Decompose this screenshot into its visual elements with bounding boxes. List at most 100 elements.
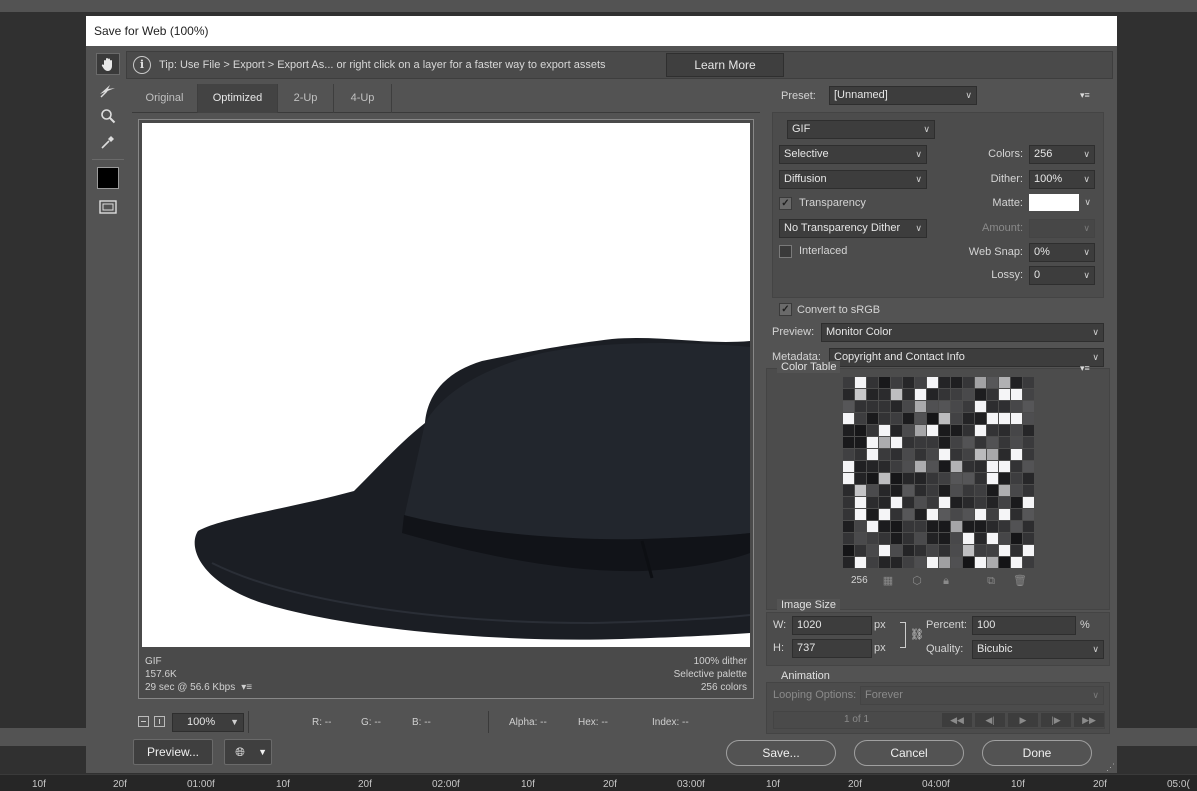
color-swatch[interactable] xyxy=(855,509,867,521)
color-swatch[interactable] xyxy=(975,425,987,437)
color-swatch[interactable] xyxy=(975,497,987,509)
color-swatch[interactable] xyxy=(867,401,879,413)
color-swatch[interactable] xyxy=(1011,521,1023,533)
color-swatch[interactable] xyxy=(867,413,879,425)
color-swatch[interactable] xyxy=(951,473,963,485)
color-swatch[interactable] xyxy=(915,389,927,401)
color-swatch[interactable] xyxy=(975,509,987,521)
color-swatch[interactable] xyxy=(915,545,927,557)
color-swatch[interactable] xyxy=(879,509,891,521)
percent-input[interactable]: 100 xyxy=(972,616,1076,635)
color-swatch[interactable] xyxy=(867,461,879,473)
color-swatch[interactable] xyxy=(843,389,855,401)
web-shift-icon[interactable]: ⬡ xyxy=(911,575,923,587)
color-swatch[interactable] xyxy=(1023,401,1035,413)
toggle-slices-icon[interactable] xyxy=(96,196,120,218)
color-swatch[interactable] xyxy=(903,461,915,473)
eyedropper-tool-icon[interactable] xyxy=(96,131,120,153)
color-table-menu-icon[interactable]: ▾≡ xyxy=(1080,363,1094,373)
color-swatch[interactable] xyxy=(903,425,915,437)
color-swatch[interactable] xyxy=(987,437,999,449)
color-swatch[interactable] xyxy=(987,389,999,401)
color-swatch[interactable] xyxy=(963,533,975,545)
color-swatch[interactable] xyxy=(903,509,915,521)
color-swatch[interactable] xyxy=(903,437,915,449)
tab-optimized[interactable]: Optimized xyxy=(198,84,278,113)
color-swatch[interactable] xyxy=(975,557,987,569)
color-swatch[interactable] xyxy=(1011,425,1023,437)
colors-combobox[interactable]: 256 ∨ xyxy=(1029,145,1095,164)
color-swatch[interactable] xyxy=(915,533,927,545)
color-swatch[interactable] xyxy=(987,509,999,521)
lossy-combobox[interactable]: 0 ∨ xyxy=(1029,266,1095,285)
color-swatch[interactable] xyxy=(987,497,999,509)
color-swatch[interactable] xyxy=(951,557,963,569)
color-swatch[interactable] xyxy=(843,413,855,425)
preview-mode-dropdown[interactable]: Monitor Color ∨ xyxy=(821,323,1104,342)
color-swatch[interactable] xyxy=(1023,497,1035,509)
color-swatch[interactable] xyxy=(879,389,891,401)
color-swatch[interactable] xyxy=(927,509,939,521)
optimize-menu-icon[interactable]: ▾≡ xyxy=(1080,90,1094,100)
color-swatch[interactable] xyxy=(999,461,1011,473)
dither-combobox[interactable]: 100% ∨ xyxy=(1029,170,1095,189)
color-swatch[interactable] xyxy=(999,557,1011,569)
color-swatch[interactable] xyxy=(1023,545,1035,557)
color-swatch[interactable] xyxy=(915,521,927,533)
color-swatch[interactable] xyxy=(999,389,1011,401)
color-swatch[interactable] xyxy=(915,377,927,389)
color-swatch[interactable] xyxy=(879,557,891,569)
color-swatch[interactable] xyxy=(879,497,891,509)
color-swatch[interactable] xyxy=(939,389,951,401)
color-swatch[interactable] xyxy=(927,533,939,545)
color-swatch[interactable] xyxy=(1011,473,1023,485)
color-swatch[interactable] xyxy=(867,557,879,569)
color-swatch[interactable] xyxy=(927,497,939,509)
color-swatch[interactable] xyxy=(927,461,939,473)
color-swatch[interactable] xyxy=(1011,401,1023,413)
cancel-button[interactable]: Cancel xyxy=(854,740,964,766)
color-swatch[interactable] xyxy=(915,497,927,509)
color-swatch[interactable] xyxy=(999,497,1011,509)
hand-tool-icon[interactable] xyxy=(96,53,120,75)
new-color-icon[interactable]: ⧉ xyxy=(985,575,997,587)
zoom-in-icon[interactable] xyxy=(154,716,165,727)
color-swatch[interactable] xyxy=(927,521,939,533)
color-swatch[interactable] xyxy=(843,497,855,509)
color-swatch[interactable] xyxy=(843,509,855,521)
color-swatch[interactable] xyxy=(843,377,855,389)
color-swatch[interactable] xyxy=(1011,461,1023,473)
color-swatch[interactable] xyxy=(891,509,903,521)
color-swatch[interactable] xyxy=(975,389,987,401)
color-swatch[interactable] xyxy=(843,425,855,437)
file-format-dropdown[interactable]: GIF ∨ xyxy=(787,120,935,139)
color-swatch[interactable] xyxy=(963,545,975,557)
color-swatch[interactable] xyxy=(879,425,891,437)
color-swatch[interactable] xyxy=(855,557,867,569)
color-swatch[interactable] xyxy=(927,485,939,497)
color-swatch[interactable] xyxy=(987,533,999,545)
color-swatch[interactable] xyxy=(975,401,987,413)
color-swatch[interactable] xyxy=(1023,377,1035,389)
color-swatch[interactable] xyxy=(963,461,975,473)
color-swatch[interactable] xyxy=(903,557,915,569)
color-swatch[interactable] xyxy=(987,545,999,557)
color-swatch[interactable] xyxy=(999,473,1011,485)
color-swatch[interactable] xyxy=(855,389,867,401)
color-swatch[interactable] xyxy=(1011,377,1023,389)
color-swatch[interactable] xyxy=(927,449,939,461)
color-swatch[interactable] xyxy=(927,557,939,569)
color-swatch[interactable] xyxy=(987,449,999,461)
color-swatch[interactable] xyxy=(879,437,891,449)
color-swatch[interactable] xyxy=(879,449,891,461)
color-swatch[interactable] xyxy=(951,377,963,389)
color-swatch[interactable] xyxy=(939,437,951,449)
color-swatch[interactable] xyxy=(1023,509,1035,521)
color-swatch[interactable] xyxy=(1023,473,1035,485)
delete-color-icon[interactable]: 🗑︎ xyxy=(1013,575,1027,587)
color-swatch[interactable] xyxy=(867,497,879,509)
color-swatch[interactable] xyxy=(915,437,927,449)
color-swatch[interactable] xyxy=(915,401,927,413)
zoom-level-dropdown[interactable]: 100% ▼ xyxy=(172,713,244,732)
color-swatch[interactable] xyxy=(1023,533,1035,545)
